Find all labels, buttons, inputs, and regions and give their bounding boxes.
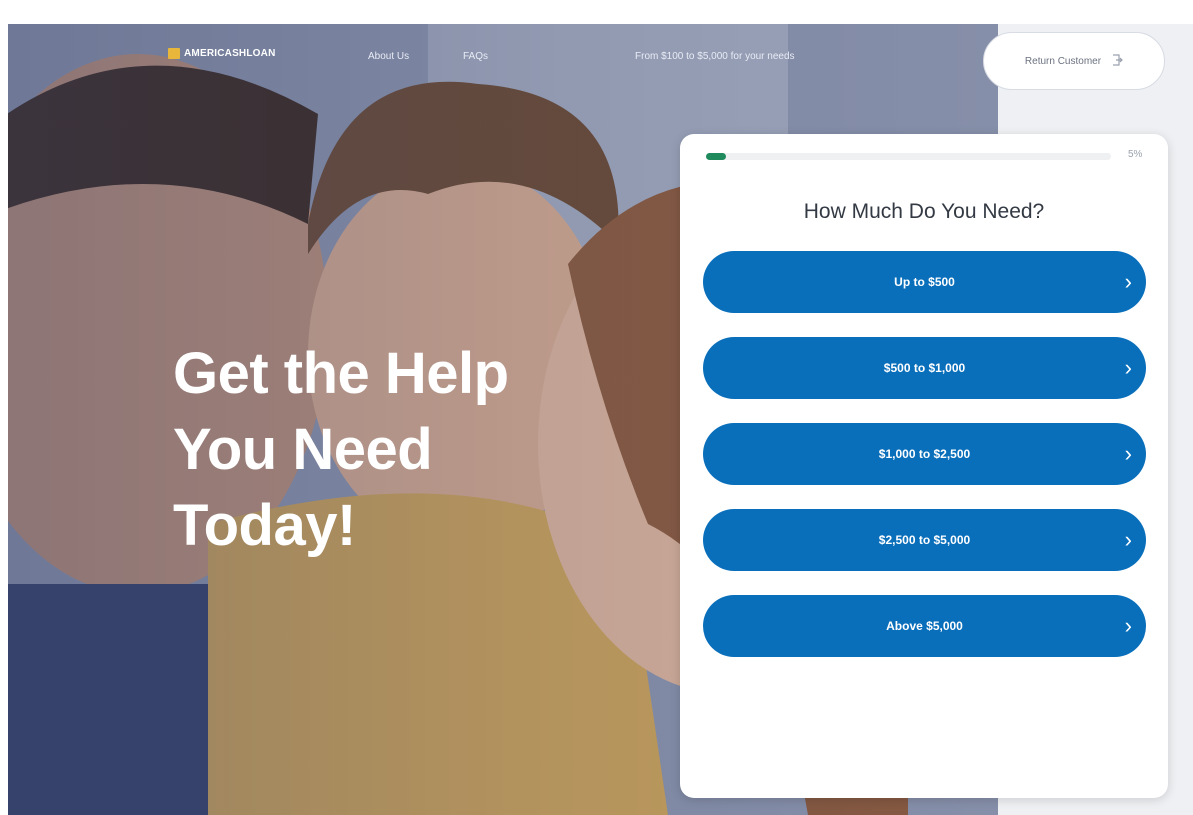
nav-link-about-us[interactable]: About Us [368, 51, 409, 62]
option-1000-to-2500[interactable]: $1,000 to $2,500 › [703, 423, 1146, 485]
option-above-5000[interactable]: Above $5,000 › [703, 595, 1146, 657]
nav-tagline: From $100 to $5,000 for your needs [635, 51, 795, 62]
login-icon [1111, 53, 1123, 69]
option-500-to-1000[interactable]: $500 to $1,000 › [703, 337, 1146, 399]
chevron-right-icon: › [1124, 613, 1132, 638]
return-customer-button[interactable]: Return Customer [983, 32, 1165, 90]
chevron-right-icon: › [1124, 441, 1132, 466]
progress-percent: 5% [1128, 149, 1143, 160]
option-label: $500 to $1,000 [883, 361, 966, 375]
option-label: $2,500 to $5,000 [878, 533, 971, 547]
chevron-right-icon: › [1124, 527, 1132, 552]
top-nav: AMERICASHLOAN About Us FAQs From $100 to… [8, 24, 1193, 99]
option-label: $1,000 to $2,500 [878, 447, 971, 461]
headline-line-1: Get the Help [173, 341, 509, 406]
chevron-right-icon: › [1124, 269, 1132, 294]
progress-fill [706, 153, 727, 160]
headline-line-2: You Need [173, 417, 433, 482]
hero-headline: Get the Help You Need Today! [173, 336, 593, 564]
loan-amount-form: 5% How Much Do You Need? Up to $500 › $5… [680, 134, 1168, 798]
logo-text: AMERICASHLOAN [184, 48, 276, 59]
option-label: Above $5,000 [886, 619, 963, 633]
option-label: Up to $500 [894, 275, 955, 289]
site-logo[interactable]: AMERICASHLOAN [168, 48, 276, 59]
chevron-right-icon: › [1124, 355, 1132, 380]
option-up-to-500[interactable]: Up to $500 › [703, 251, 1146, 313]
page: AMERICASHLOAN About Us FAQs From $100 to… [8, 24, 1193, 815]
return-customer-label: Return Customer [1024, 55, 1102, 67]
option-2500-to-5000[interactable]: $2,500 to $5,000 › [703, 509, 1146, 571]
nav-link-faqs[interactable]: FAQs [463, 51, 488, 62]
form-title: How Much Do You Need? [803, 200, 1045, 223]
amount-options: Up to $500 › $500 to $1,000 › $1,000 to … [703, 251, 1146, 681]
progress-bar [706, 153, 1111, 160]
logo-icon [168, 48, 180, 59]
headline-line-3: Today! [173, 493, 356, 558]
